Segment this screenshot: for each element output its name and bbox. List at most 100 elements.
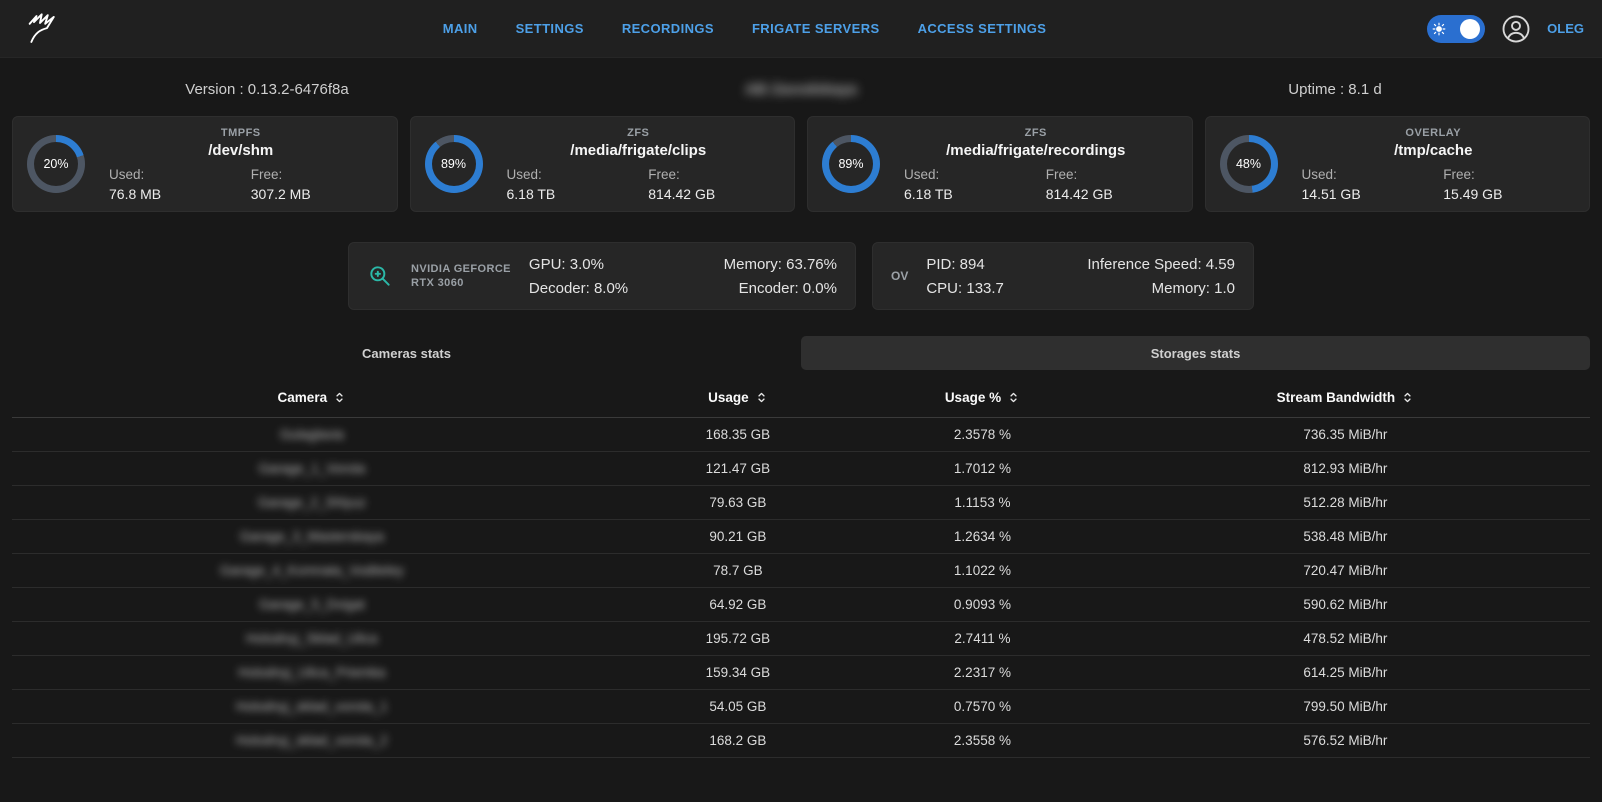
- storage-card-info: OVERLAY/tmp/cacheUsed:14.51 GBFree:15.49…: [1292, 127, 1576, 202]
- usage-percent-value: 2.7411 %: [864, 622, 1101, 656]
- free-cell: Free: 814.42 GB: [1036, 167, 1178, 202]
- free-value: 814.42 GB: [1046, 186, 1178, 202]
- table-row: Garage_2_Shlyuz79.63 GB1.1153 %512.28 Mi…: [12, 486, 1590, 520]
- detector-memory: Memory: 1.0: [1087, 278, 1235, 299]
- detector-stats-card: OV PID: 894 CPU: 133.7 Inference Speed: …: [872, 242, 1254, 310]
- fs-type-label: TMPFS: [99, 127, 383, 139]
- sort-icon: [333, 391, 346, 407]
- donut-percent: 89%: [829, 142, 873, 186]
- free-value: 814.42 GB: [648, 186, 780, 202]
- gpu-name: NVIDIA GEFORCE RTX 3060: [411, 263, 511, 289]
- column-header-stream-bandwidth[interactable]: Stream Bandwidth: [1101, 380, 1590, 418]
- usage-grid: Used:6.18 TBFree:814.42 GB: [894, 167, 1178, 202]
- used-value: 14.51 GB: [1302, 186, 1434, 202]
- toggle-knob: [1460, 19, 1480, 39]
- nav-main[interactable]: MAIN: [443, 21, 478, 36]
- camera-name: Garage_3_Masterskaya: [12, 520, 612, 554]
- theme-toggle[interactable]: [1427, 15, 1485, 43]
- used-label: Used:: [904, 167, 1036, 182]
- tab-cameras-stats[interactable]: Cameras stats: [12, 336, 801, 370]
- gpu-name-line2: RTX 3060: [411, 277, 511, 289]
- gpu-usage: GPU: 3.0%: [529, 254, 628, 275]
- sort-icon: [1401, 391, 1414, 407]
- detector-inference-speed: Inference Speed: 4.59: [1087, 254, 1235, 275]
- tab-storages-stats[interactable]: Storages stats: [801, 336, 1590, 370]
- mount-path: /dev/shm: [99, 142, 383, 159]
- main-nav: MAIN SETTINGS RECORDINGS FRIGATE SERVERS ACC…: [62, 21, 1427, 36]
- usage-value: 54.05 GB: [612, 690, 864, 724]
- used-label: Used:: [109, 167, 241, 182]
- usage-value: 168.35 GB: [612, 418, 864, 452]
- bandwidth-value: 478.52 MiB/hr: [1101, 622, 1590, 656]
- nav-frigate-servers[interactable]: FRIGATE SERVERS: [752, 21, 880, 36]
- storage-card-info: TMPFS/dev/shm Used:76.8 MB Free: 307.2 MB: [99, 127, 383, 202]
- gpu-search-icon: [367, 263, 393, 289]
- gpu-stats-right: Memory: 63.76% Encoder: 0.0%: [724, 254, 837, 299]
- table-row: Gulaglavia168.35 GB2.3578 %736.35 MiB/hr: [12, 418, 1590, 452]
- column-label: Camera: [278, 390, 328, 405]
- free-cell: Free: 15.49 GB: [1433, 167, 1575, 202]
- used-cell: Used:76.8 MB: [99, 167, 241, 202]
- bandwidth-value: 799.50 MiB/hr: [1101, 690, 1590, 724]
- free-value: 307.2 MB: [251, 186, 383, 202]
- usage-grid: Used:14.51 GBFree:15.49 GB: [1292, 167, 1576, 202]
- detector-stats-right: Inference Speed: 4.59 Memory: 1.0: [1087, 254, 1235, 299]
- usage-grid: Used:6.18 TBFree:814.42 GB: [497, 167, 781, 202]
- storage-card: 48%OVERLAY/tmp/cacheUsed:14.51 GBFree:15…: [1205, 116, 1591, 212]
- navbar: MAIN SETTINGS RECORDINGS FRIGATE SERVERS ACC…: [0, 0, 1602, 58]
- navbar-right: OLEG: [1427, 14, 1584, 44]
- table-row: Holodnyj_Sklad_Ulica195.72 GB2.7411 %478…: [12, 622, 1590, 656]
- column-header-usage[interactable]: Usage %: [864, 380, 1101, 418]
- nav-access-settings[interactable]: ACCESS SETTINGS: [918, 21, 1047, 36]
- usage-value: 79.63 GB: [612, 486, 864, 520]
- free-label: Free:: [1443, 167, 1575, 182]
- usage-percent-value: 1.1022 %: [864, 554, 1101, 588]
- bandwidth-value: 576.52 MiB/hr: [1101, 724, 1590, 758]
- column-header-usage[interactable]: Usage: [612, 380, 864, 418]
- usage-value: 64.92 GB: [612, 588, 864, 622]
- usage-percent-value: 1.7012 %: [864, 452, 1101, 486]
- usage-value: 195.72 GB: [612, 622, 864, 656]
- column-label: Usage: [708, 390, 749, 405]
- gpu-memory: Memory: 63.76%: [724, 254, 837, 275]
- column-header-camera[interactable]: Camera: [12, 380, 612, 418]
- usage-percent-value: 1.1153 %: [864, 486, 1101, 520]
- donut-gauge: 48%: [1220, 135, 1278, 193]
- usage-percent-value: 2.2317 %: [864, 656, 1101, 690]
- fs-type-label: ZFS: [894, 127, 1178, 139]
- free-value: 15.49 GB: [1443, 186, 1575, 202]
- fs-type-label: OVERLAY: [1292, 127, 1576, 139]
- donut-gauge: 20%: [27, 135, 85, 193]
- usage-percent-value: 0.9093 %: [864, 588, 1101, 622]
- server-info-row: Version : 0.13.2-6476f8a AB Zavodskaya U…: [0, 66, 1602, 112]
- donut-gauge: 89%: [822, 135, 880, 193]
- bandwidth-value: 590.62 MiB/hr: [1101, 588, 1590, 622]
- camera-name: Gulaglavia: [12, 418, 612, 452]
- bandwidth-value: 614.25 MiB/hr: [1101, 656, 1590, 690]
- donut-percent: 20%: [34, 142, 78, 186]
- mount-path: /media/frigate/clips: [497, 142, 781, 159]
- detector-stats-left: PID: 894 CPU: 133.7: [926, 254, 1004, 299]
- nav-settings[interactable]: SETTINGS: [516, 21, 584, 36]
- camera-name: Holodnyj_sklad_vorota_1: [12, 690, 612, 724]
- table-header-row: Camera Usage Usage % Stream Bandwidth: [12, 380, 1590, 418]
- mount-path: /media/frigate/recordings: [894, 142, 1178, 159]
- sort-icon: [755, 391, 768, 407]
- sun-icon: [1432, 22, 1446, 36]
- user-name[interactable]: OLEG: [1547, 21, 1584, 36]
- server-name: AB Zavodskaya: [534, 81, 1068, 98]
- frigate-logo-icon[interactable]: [18, 7, 62, 51]
- free-cell: Free: 307.2 MB: [241, 167, 383, 202]
- free-label: Free:: [251, 167, 383, 182]
- table-row: Garage_1_Vorota121.47 GB1.7012 %812.93 M…: [12, 452, 1590, 486]
- gpu-name-line1: NVIDIA GEFORCE: [411, 263, 511, 275]
- camera-name: Garage_4_Komnata_Voditeley: [12, 554, 612, 588]
- free-label: Free:: [1046, 167, 1178, 182]
- table-row: Garage_4_Komnata_Voditeley78.7 GB1.1022 …: [12, 554, 1590, 588]
- usage-grid: Used:76.8 MB Free: 307.2 MB: [99, 167, 383, 202]
- column-label: Usage %: [945, 390, 1001, 405]
- camera-name: Holodnyj_sklad_vorota_2: [12, 724, 612, 758]
- nav-recordings[interactable]: RECORDINGS: [622, 21, 714, 36]
- table-row: Garage_3_Masterskaya90.21 GB1.2634 %538.…: [12, 520, 1590, 554]
- user-avatar-icon[interactable]: [1501, 14, 1531, 44]
